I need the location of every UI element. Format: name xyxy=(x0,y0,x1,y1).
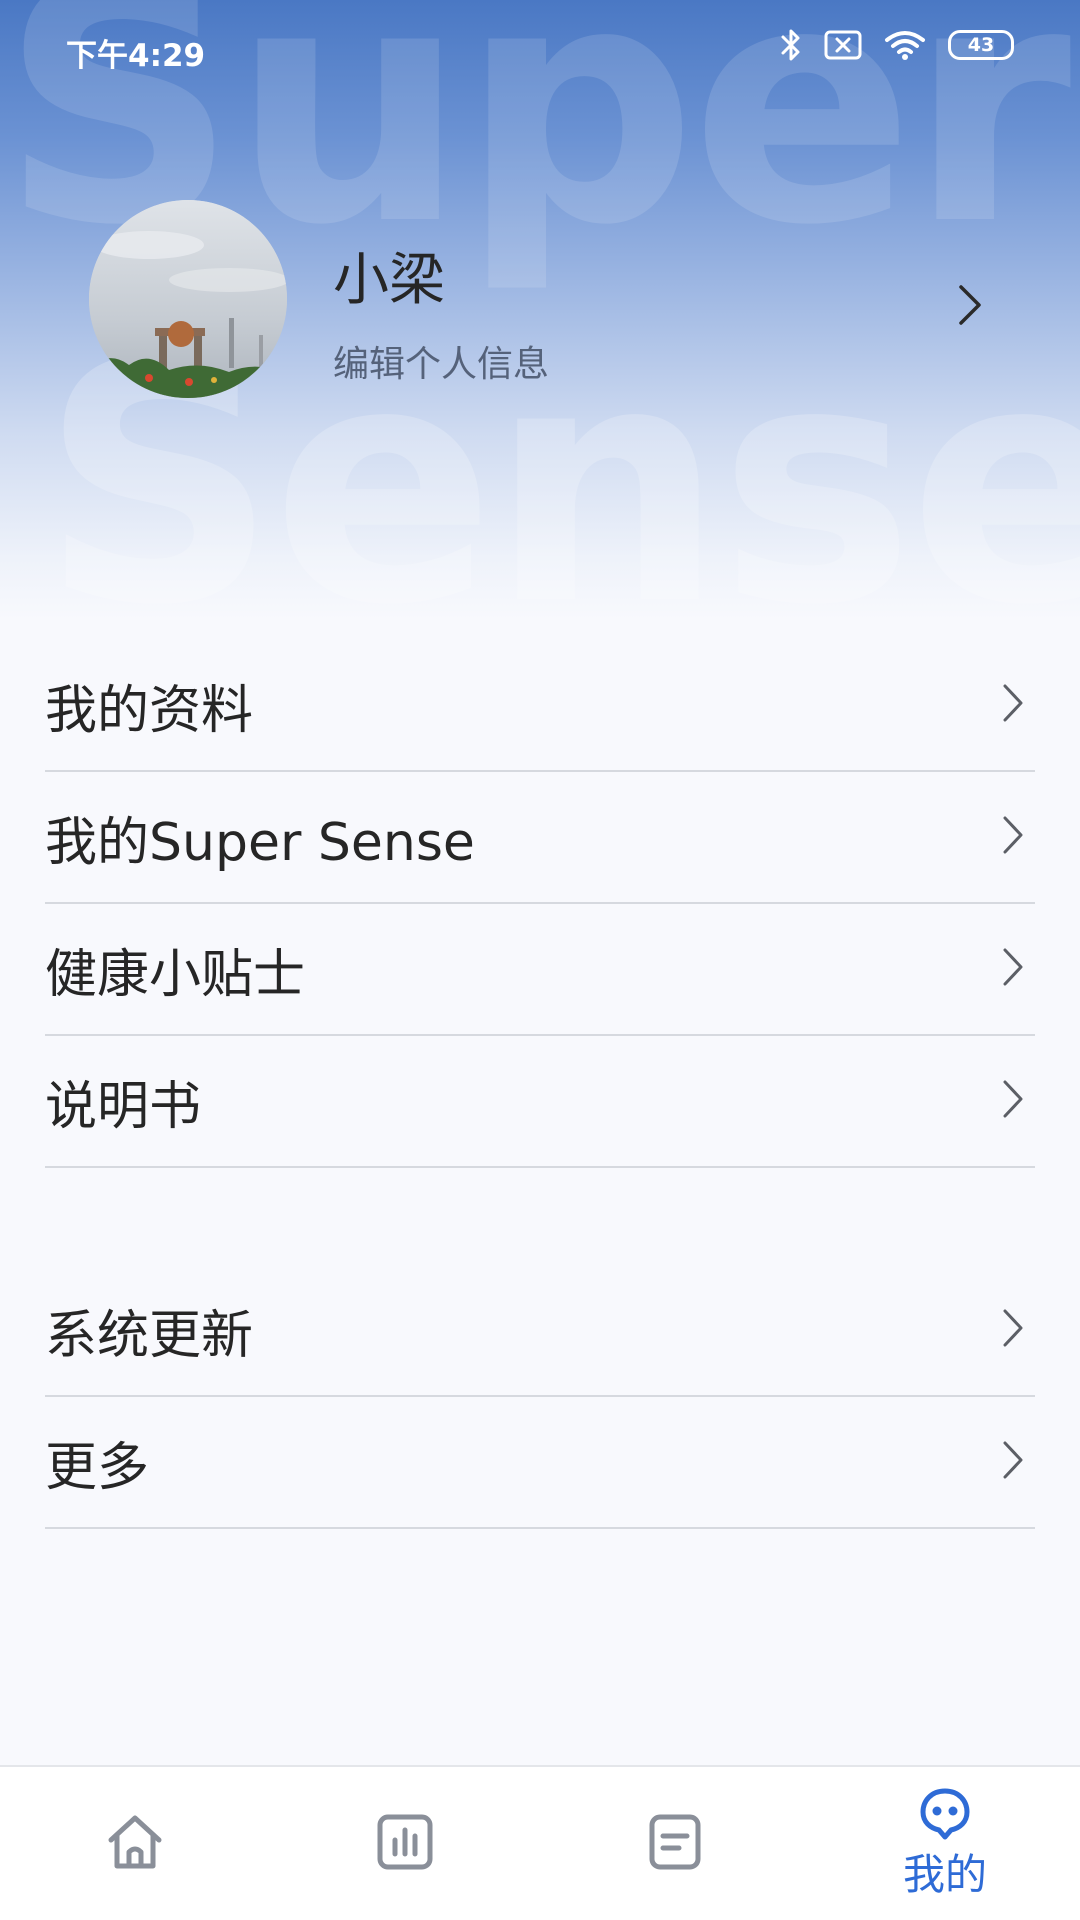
sim-error-icon xyxy=(824,30,862,60)
chevron-right-icon xyxy=(1001,946,1025,992)
nav-tab-mine[interactable]: 我的 xyxy=(810,1767,1080,1920)
status-bar: 下午4:29 43 xyxy=(0,0,1080,100)
profile-header: Super Sense 下午4:29 43 小梁 编辑个人信息 xyxy=(0,0,1080,620)
menu-item-label: 健康小贴士 xyxy=(45,944,306,1005)
bar-chart-icon xyxy=(375,1812,435,1876)
nav-tab-stats[interactable] xyxy=(270,1767,540,1920)
bluetooth-icon xyxy=(780,28,802,62)
menu-item-label: 系统更新 xyxy=(45,1305,254,1366)
bottom-nav: 我的 xyxy=(0,1765,1080,1920)
document-icon xyxy=(647,1812,703,1876)
chevron-right-icon xyxy=(1001,1439,1025,1485)
menu-item-label: 我的Super Sense xyxy=(45,812,475,873)
battery-icon: 43 xyxy=(948,30,1014,60)
chevron-right-icon xyxy=(1001,1078,1025,1124)
robot-face-icon xyxy=(917,1785,973,1845)
menu-item-label: 更多 xyxy=(45,1437,150,1498)
menu-group-secondary: 系统更新 更多 xyxy=(45,1265,1035,1529)
menu-item-my-super-sense[interactable]: 我的Super Sense xyxy=(45,772,1035,904)
nav-tab-label: 我的 xyxy=(902,1850,987,1899)
nav-tab-home[interactable] xyxy=(0,1767,270,1920)
menu-item-label: 说明书 xyxy=(45,1076,202,1137)
menu-item-more[interactable]: 更多 xyxy=(45,1397,1035,1529)
chevron-right-icon xyxy=(1001,1307,1025,1353)
profile-name[interactable]: 小梁 xyxy=(333,235,445,316)
chevron-right-icon[interactable] xyxy=(955,283,985,331)
menu-group-primary: 我的资料 我的Super Sense 健康小贴士 说明书 xyxy=(45,640,1035,1168)
nav-tab-notes[interactable] xyxy=(540,1767,810,1920)
status-time: 下午4:29 xyxy=(66,38,206,74)
menu-item-label: 我的资料 xyxy=(45,680,254,741)
avatar[interactable] xyxy=(89,200,287,398)
battery-level: 43 xyxy=(967,34,995,56)
menu-item-health-tips[interactable]: 健康小贴士 xyxy=(45,904,1035,1036)
avatar-photo xyxy=(89,200,287,398)
status-icons: 43 xyxy=(780,28,1014,62)
chevron-right-icon xyxy=(1001,814,1025,860)
home-icon xyxy=(103,1810,167,1878)
menu-item-system-update[interactable]: 系统更新 xyxy=(45,1265,1035,1397)
chevron-right-icon xyxy=(1001,682,1025,728)
wifi-icon xyxy=(884,29,926,61)
menu-item-manual[interactable]: 说明书 xyxy=(45,1036,1035,1168)
edit-profile-link[interactable]: 编辑个人信息 xyxy=(333,335,549,387)
menu-item-my-profile[interactable]: 我的资料 xyxy=(45,640,1035,772)
